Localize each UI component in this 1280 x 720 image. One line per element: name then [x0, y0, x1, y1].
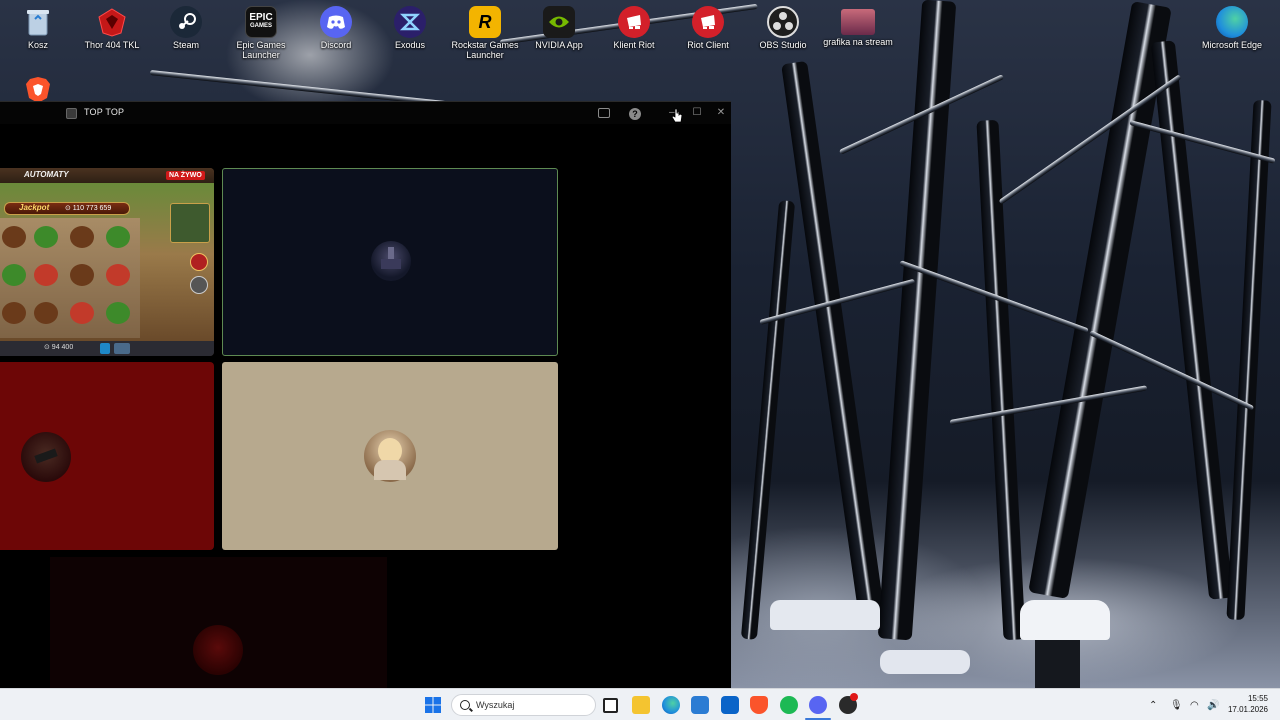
taskbar-search[interactable]: Wyszukaj [451, 694, 596, 716]
desktop-icon-label: Klient Riot [613, 40, 655, 50]
desktop-icon-label: Microsoft Edge [1201, 40, 1263, 50]
window-titlebar[interactable]: TOP TOP ? — ☐ ✕ [0, 102, 731, 124]
microphone-icon[interactable]: 🎙 [1170, 700, 1183, 711]
obs-icon [767, 6, 799, 38]
desktop-icon-grafika[interactable]: grafika na stream [821, 3, 895, 47]
desktop-icon-label: Thor 404 TKL [84, 40, 140, 50]
store-icon[interactable] [691, 696, 709, 714]
rockstar-icon: R [469, 6, 501, 38]
window-title: TOP TOP [84, 107, 125, 117]
obs-icon[interactable] [839, 693, 858, 714]
task-view-icon[interactable] [603, 698, 618, 713]
desktop-icon-label: OBS Studio [759, 40, 807, 50]
desktop-icon-label: Steam [172, 40, 199, 50]
maximize-icon: ☐ [692, 107, 702, 118]
desktop-icon-label: grafika na stream [823, 37, 893, 47]
image-file-icon [841, 9, 875, 35]
discord-icon [320, 6, 352, 38]
slot-header: AUTOMATY NA ŻYWO [0, 168, 214, 183]
desktop-icon-discord[interactable]: Discord [299, 3, 373, 50]
stream-tile-red[interactable] [0, 362, 214, 550]
desktop-icon-riot-client[interactable]: Riot Client [671, 3, 745, 50]
more-icon [190, 276, 208, 294]
search-placeholder: Wyszukaj [476, 700, 515, 710]
app-window: TOP TOP ? — ☐ ✕ AUTOMATY NA ŻYWO Jackpot… [0, 101, 731, 689]
slot-reels [0, 218, 140, 338]
desktop-icon-label: Rockstar Games Launcher [451, 40, 519, 60]
chevron-up-icon[interactable]: ⌃ [1149, 700, 1157, 711]
close-icon: ✕ [716, 107, 726, 118]
recording-badge [850, 693, 858, 701]
stream-tile-beige[interactable] [222, 362, 558, 550]
slot-balance: ⊙ 94 400 [44, 344, 74, 351]
edge-icon[interactable] [662, 696, 680, 714]
stream-tile-dark[interactable] [50, 557, 387, 689]
discord-icon[interactable] [809, 696, 827, 714]
slot-category: AUTOMATY [24, 170, 69, 179]
jackpot-bar: Jackpot ⊙ 110 773 659 [4, 202, 130, 215]
desktop-icon-klient-riot[interactable]: Klient Riot [597, 3, 671, 50]
desktop-icon-edge[interactable]: Microsoft Edge [1195, 3, 1269, 50]
help-icon: ? [629, 108, 641, 120]
live-badge: NA ŻYWO [166, 171, 205, 180]
start-button[interactable] [424, 696, 442, 714]
mouse-cursor-icon [671, 108, 683, 123]
spotify-icon[interactable] [780, 696, 798, 714]
taskbar: Wyszukaj ⌃ 🎙 ◠ 🔊 15:55 17.01.2026 [0, 688, 1280, 720]
search-icon [460, 700, 470, 710]
desktop-icon-label: NVIDIA App [535, 40, 583, 50]
wifi-icon[interactable]: ◠ [1190, 700, 1199, 711]
file-explorer-icon[interactable] [632, 696, 650, 714]
stream-tile-slot[interactable]: AUTOMATY NA ŻYWO Jackpot ⊙ 110 773 659 ⊙… [0, 168, 214, 356]
desktop-icon-label: Riot Client [687, 40, 729, 50]
brave-icon[interactable] [750, 696, 768, 714]
inbox-button[interactable] [595, 104, 613, 122]
bet-button [114, 343, 130, 354]
riot-client-icon [618, 6, 650, 38]
riot-client-icon [692, 6, 724, 38]
participant-avatar [193, 625, 243, 675]
spin-button [100, 343, 110, 354]
clock-date[interactable]: 17.01.2026 [1222, 705, 1268, 714]
desktop-icon-steam[interactable]: Steam [149, 3, 223, 50]
nvidia-icon [543, 6, 575, 38]
steam-icon [170, 6, 202, 38]
thor-keyboard-icon [96, 6, 128, 38]
maximize-button[interactable]: ☐ [688, 104, 706, 122]
desktop-icon-recycle-bin[interactable]: Kosz [1, 3, 75, 50]
close-button[interactable]: ✕ [712, 104, 730, 122]
desktop-icon-rockstar[interactable]: R Rockstar Games Launcher [448, 3, 522, 60]
exodus-icon [394, 6, 426, 38]
recycle-bin-icon [22, 6, 54, 38]
app-icon [66, 108, 77, 119]
desktop-icon-label: Discord [320, 40, 352, 50]
participant-avatar [21, 432, 71, 482]
desktop-icon-label: Kosz [27, 40, 48, 50]
desktop-icon-label: Exodus [394, 40, 426, 50]
clock-time[interactable]: 15:55 [1236, 694, 1268, 703]
desktop-icon-nvidia[interactable]: NVIDIA App [522, 3, 596, 50]
slot-footer: ⊙ 94 400 [0, 341, 214, 356]
jackpot-amount: ⊙ 110 773 659 [65, 205, 112, 212]
epic-games-icon: EPIC GAMES [245, 6, 277, 38]
volume-icon[interactable]: 🔊 [1207, 700, 1219, 711]
desktop-icon-exodus[interactable]: Exodus [373, 3, 447, 50]
stream-tile-castle[interactable] [222, 168, 558, 356]
outlook-icon[interactable] [721, 696, 739, 714]
desktop-icon-thor[interactable]: Thor 404 TKL [75, 3, 149, 50]
desktop-icon-epic-games[interactable]: EPIC GAMES Epic Games Launcher [224, 3, 298, 60]
help-button[interactable]: ? [626, 104, 644, 122]
participant-avatar [364, 430, 416, 482]
desktop-icon-label: Epic Games Launcher [236, 40, 286, 60]
slot-side-panel [170, 203, 210, 243]
edge-icon [1216, 6, 1248, 38]
free-spins-icon [190, 253, 208, 271]
jackpot-label: Jackpot [19, 203, 50, 212]
participant-avatar [371, 241, 411, 281]
desktop-icon-obs[interactable]: OBS Studio [746, 3, 820, 50]
inbox-icon [598, 108, 610, 118]
